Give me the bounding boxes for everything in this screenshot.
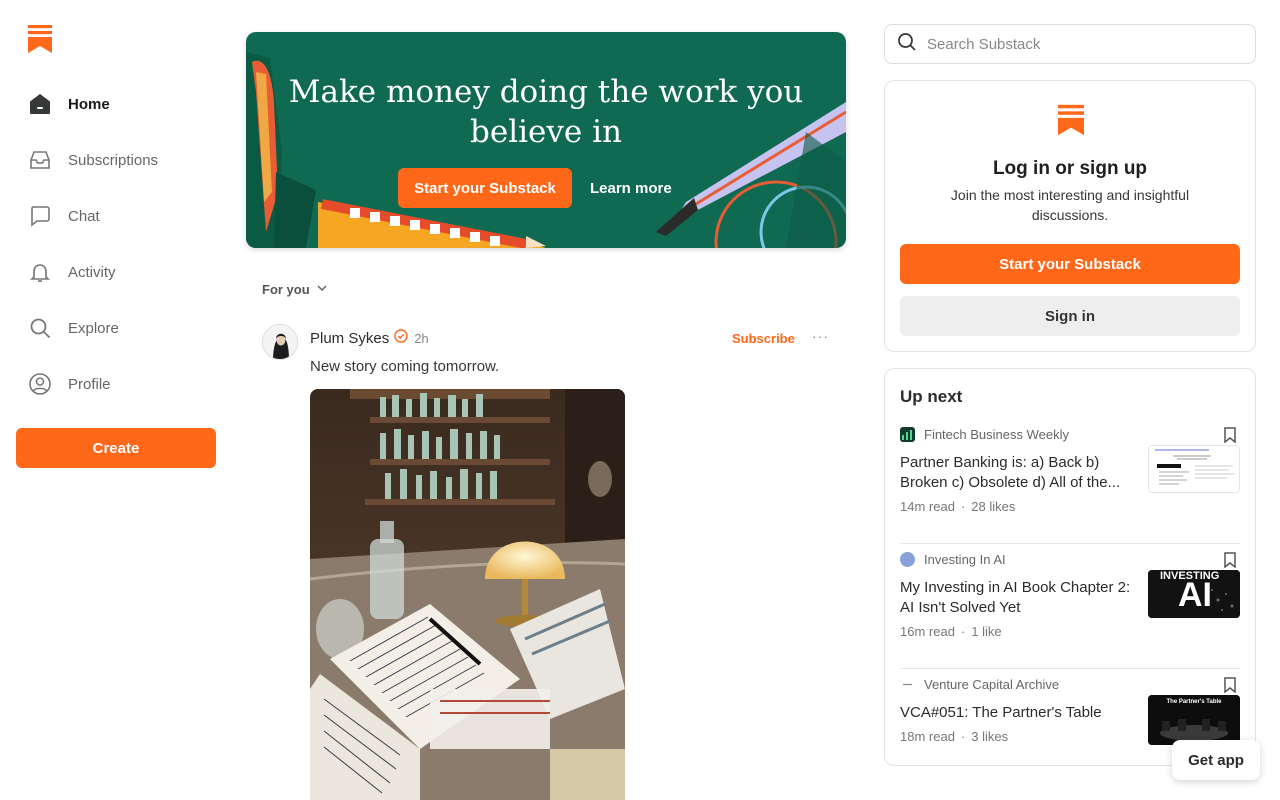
subscribe-button[interactable]: Subscribe <box>732 331 795 346</box>
create-button[interactable]: Create <box>16 428 216 468</box>
sidebar-item-label: Explore <box>68 319 119 337</box>
author-avatar[interactable] <box>262 324 298 360</box>
author-name[interactable]: Plum Sykes <box>310 330 389 347</box>
read-time: 18m read <box>900 729 955 744</box>
publication-name[interactable]: Fintech Business Weekly <box>924 427 1069 442</box>
sidebar: Home Subscriptions Chat Activity Explore <box>0 0 232 800</box>
up-next-title: Up next <box>900 387 963 406</box>
up-next-item[interactable]: Investing In AI My Investing in AI Book … <box>900 544 1240 669</box>
sign-in-button[interactable]: Sign in <box>900 296 1240 336</box>
post-header: Plum Sykes 2h <box>310 329 429 348</box>
sidebar-item-label: Activity <box>68 263 116 281</box>
search-icon <box>28 316 52 340</box>
sidebar-nav: Home Subscriptions Chat Activity Explore <box>16 76 216 412</box>
article-thumbnail[interactable]: INVESTING AI <box>1148 570 1240 618</box>
feed-filter-label: For you <box>262 282 310 297</box>
login-title: Log in or sign up <box>992 158 1148 179</box>
bell-icon <box>28 260 52 284</box>
meta-separator: · <box>960 624 966 639</box>
login-card: Log in or sign up Join the most interest… <box>884 80 1256 352</box>
read-time: 14m read <box>900 499 955 514</box>
article-title[interactable]: My Investing in AI Book Chapter 2: AI Is… <box>900 578 1136 618</box>
sidebar-item-profile[interactable]: Profile <box>16 356 216 412</box>
substack-logo-icon[interactable] <box>28 25 52 53</box>
sidebar-item-label: Home <box>68 95 110 113</box>
home-icon <box>28 92 52 116</box>
thumbnail-text: The Partner's Table <box>1166 699 1222 705</box>
publication-logo-icon <box>900 552 915 567</box>
thumbnail-text: AI <box>1178 576 1212 614</box>
sidebar-item-explore[interactable]: Explore <box>16 300 216 356</box>
get-app-button[interactable]: Get app <box>1172 740 1260 780</box>
publication-name[interactable]: Venture Capital Archive <box>924 677 1059 692</box>
post-image[interactable] <box>310 389 625 800</box>
article-meta: 16m read · 1 like <box>900 624 1002 639</box>
verified-badge-icon <box>394 329 408 348</box>
feed-filter-dropdown[interactable]: For you <box>262 282 328 297</box>
read-time: 16m read <box>900 624 955 639</box>
login-subtitle: Join the most interesting and insightful… <box>950 187 1190 223</box>
inbox-icon <box>28 148 52 172</box>
sidebar-item-label: Profile <box>68 375 111 393</box>
promo-banner: Make money doing the work you believe in… <box>246 32 846 248</box>
more-options-icon[interactable]: ··· <box>812 328 829 344</box>
sidebar-item-label: Subscriptions <box>68 151 159 169</box>
sidebar-item-label: Chat <box>68 207 100 225</box>
publication-name[interactable]: Investing In AI <box>924 552 1006 567</box>
banner-learn-more-link[interactable]: Learn more <box>590 168 672 208</box>
sidebar-item-subscriptions[interactable]: Subscriptions <box>16 132 216 188</box>
article-meta: 18m read · 3 likes <box>900 729 1008 744</box>
substack-logo-icon <box>1058 104 1084 136</box>
sidebar-item-activity[interactable]: Activity <box>16 244 216 300</box>
article-meta: 14m read · 28 likes <box>900 499 1015 514</box>
post-timestamp: 2h <box>414 331 429 346</box>
sidebar-item-chat[interactable]: Chat <box>16 188 216 244</box>
sidebar-item-home[interactable]: Home <box>16 76 216 132</box>
meta-separator: · <box>960 729 966 744</box>
search-icon <box>897 32 917 57</box>
like-count: 28 likes <box>971 499 1016 514</box>
article-thumbnail[interactable]: The Partner's Table <box>1148 695 1240 745</box>
meta-separator: · <box>960 499 966 514</box>
chevron-down-icon <box>316 282 328 297</box>
publication-row: Fintech Business Weekly <box>900 427 1069 442</box>
banner-title: Make money doing the work you believe in <box>288 74 804 150</box>
up-next-item[interactable]: Fintech Business Weekly Partner Banking … <box>900 419 1240 544</box>
user-circle-icon <box>28 372 52 396</box>
article-title[interactable]: Partner Banking is: a) Back b) Broken c)… <box>900 453 1136 493</box>
publication-logo-icon <box>900 427 915 442</box>
post-text: New story coming tomorrow. <box>310 358 500 375</box>
search-bar <box>884 24 1256 64</box>
like-count: 1 like <box>971 624 1002 639</box>
publication-row: Venture Capital Archive <box>900 677 1059 692</box>
publication-row: Investing In AI <box>900 552 1006 567</box>
start-substack-button[interactable]: Start your Substack <box>900 244 1240 284</box>
search-input[interactable] <box>927 35 1227 53</box>
article-title[interactable]: VCA#051: The Partner's Table <box>900 703 1136 723</box>
banner-start-button[interactable]: Start your Substack <box>398 168 572 208</box>
article-thumbnail[interactable] <box>1148 445 1240 493</box>
chat-bubble-icon <box>28 204 52 228</box>
like-count: 3 likes <box>971 729 1009 744</box>
publication-logo-icon <box>900 677 915 692</box>
up-next-panel: Up next Fintech Business Weekly Partner … <box>884 368 1256 766</box>
